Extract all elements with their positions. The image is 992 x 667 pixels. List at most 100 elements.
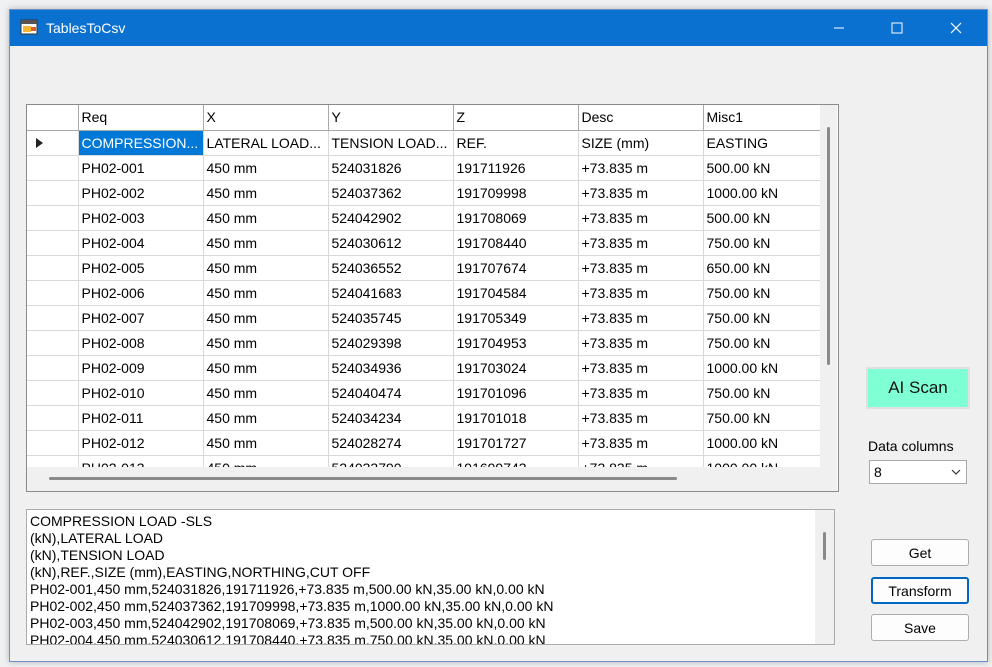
row-header[interactable]: [27, 255, 79, 281]
close-button[interactable]: [927, 10, 985, 46]
grid-cell[interactable]: +73.835 m: [578, 430, 704, 456]
grid-cell[interactable]: +73.835 m: [578, 355, 704, 381]
grid-cell[interactable]: 191705349: [453, 305, 579, 331]
grid-cell[interactable]: 450 mm: [203, 355, 329, 381]
table-row[interactable]: PH02-011 450 mm 524034234 191701018 +73.835 …: [27, 405, 829, 431]
grid-cell[interactable]: +73.835 m: [578, 230, 704, 256]
row-header[interactable]: [27, 405, 79, 431]
csv-output-textbox[interactable]: COMPRESSION LOAD -SLS (kN),LATERAL LOAD (k…: [26, 509, 835, 645]
grid-cell[interactable]: 524031826: [328, 155, 454, 181]
row-header[interactable]: [27, 280, 79, 306]
get-button[interactable]: Get: [871, 539, 969, 566]
grid-cell[interactable]: PH02-007: [78, 305, 204, 331]
grid-cell[interactable]: EASTING: [703, 130, 829, 156]
grid-cell[interactable]: REF.: [453, 130, 579, 156]
grid-cell[interactable]: 750.00 kN: [703, 280, 829, 306]
grid-cell[interactable]: TENSION LOAD...: [328, 130, 454, 156]
row-header[interactable]: [27, 155, 79, 181]
grid-cell[interactable]: +73.835 m: [578, 155, 704, 181]
grid-cell[interactable]: 1000.00 kN: [703, 355, 829, 381]
grid-cell[interactable]: 191708069: [453, 205, 579, 231]
grid-cell[interactable]: PH02-002: [78, 180, 204, 206]
grid-cell[interactable]: 524030612: [328, 230, 454, 256]
grid-cell[interactable]: 191701727: [453, 430, 579, 456]
grid-cell[interactable]: 500.00 kN: [703, 205, 829, 231]
ai-scan-button[interactable]: AI Scan: [866, 367, 970, 409]
grid-cell[interactable]: +73.835 m: [578, 405, 704, 431]
grid-cell[interactable]: 524042902: [328, 205, 454, 231]
grid-cell[interactable]: 524035745: [328, 305, 454, 331]
title-bar[interactable]: TablesToCsv: [10, 10, 987, 46]
grid-cell[interactable]: PH02-001: [78, 155, 204, 181]
table-row[interactable]: PH02-004 450 mm 524030612 191708440 +73.835 …: [27, 230, 829, 256]
grid-cell[interactable]: 191701018: [453, 405, 579, 431]
row-header[interactable]: [27, 130, 79, 156]
column-header[interactable]: Y: [328, 105, 454, 131]
grid-cell[interactable]: COMPRESSION...: [78, 130, 204, 156]
minimize-button[interactable]: [810, 10, 868, 46]
grid-cell[interactable]: PH02-006: [78, 280, 204, 306]
grid-cell[interactable]: 450 mm: [203, 380, 329, 406]
table-row[interactable]: PH02-009 450 mm 524034936 191703024 +73.835 …: [27, 355, 829, 381]
grid-cell[interactable]: 750.00 kN: [703, 380, 829, 406]
grid-cell[interactable]: 191704953: [453, 330, 579, 356]
table-row[interactable]: PH02-007 450 mm 524035745 191705349 +73.835 …: [27, 305, 829, 331]
grid-cell[interactable]: 650.00 kN: [703, 255, 829, 281]
grid-cell[interactable]: +73.835 m: [578, 205, 704, 231]
table-row[interactable]: PH02-008 450 mm 524029398 191704953 +73.835 …: [27, 330, 829, 356]
grid-cell[interactable]: 524036552: [328, 255, 454, 281]
grid-cell[interactable]: SIZE (mm): [578, 130, 704, 156]
grid-cell[interactable]: +73.835 m: [578, 255, 704, 281]
grid-cell[interactable]: LATERAL LOAD...: [203, 130, 329, 156]
column-header[interactable]: Desc: [578, 105, 704, 131]
grid-cell[interactable]: 450 mm: [203, 330, 329, 356]
maximize-button[interactable]: [868, 10, 926, 46]
grid-vertical-scroll-thumb[interactable]: [827, 127, 830, 365]
grid-cell[interactable]: PH02-010: [78, 380, 204, 406]
grid-cell[interactable]: 191704584: [453, 280, 579, 306]
output-vertical-scrollbar[interactable]: [815, 510, 834, 644]
grid-cell[interactable]: 524029398: [328, 330, 454, 356]
grid-cell[interactable]: 191711926: [453, 155, 579, 181]
column-header[interactable]: Req: [78, 105, 204, 131]
transform-button[interactable]: Transform: [871, 577, 969, 604]
grid-cell[interactable]: 750.00 kN: [703, 405, 829, 431]
table-row[interactable]: PH02-001 450 mm 524031826 191711926 +73.835 …: [27, 155, 829, 181]
grid-cell[interactable]: 450 mm: [203, 255, 329, 281]
grid-cell[interactable]: PH02-012: [78, 430, 204, 456]
grid-cell[interactable]: PH02-011: [78, 405, 204, 431]
grid-cell[interactable]: PH02-009: [78, 355, 204, 381]
column-header[interactable]: X: [203, 105, 329, 131]
row-header[interactable]: [27, 330, 79, 356]
grid-cell[interactable]: 750.00 kN: [703, 305, 829, 331]
row-header[interactable]: [27, 430, 79, 456]
grid-cell[interactable]: +73.835 m: [578, 180, 704, 206]
grid-cell[interactable]: 191708440: [453, 230, 579, 256]
grid-cell[interactable]: +73.835 m: [578, 330, 704, 356]
grid-cell[interactable]: 524040474: [328, 380, 454, 406]
grid-corner-cell[interactable]: [27, 105, 79, 131]
grid-cell[interactable]: 450 mm: [203, 280, 329, 306]
grid-cell[interactable]: PH02-005: [78, 255, 204, 281]
grid-cell[interactable]: 450 mm: [203, 305, 329, 331]
grid-cell[interactable]: 524034936: [328, 355, 454, 381]
grid-cell[interactable]: 524041683: [328, 280, 454, 306]
grid-cell[interactable]: +73.835 m: [578, 280, 704, 306]
grid-cell[interactable]: 1000.00 kN: [703, 430, 829, 456]
column-header[interactable]: Z: [453, 105, 579, 131]
table-row[interactable]: PH02-002 450 mm 524037362 191709998 +73.835 …: [27, 180, 829, 206]
grid-horizontal-scrollbar[interactable]: [27, 467, 820, 491]
grid-cell[interactable]: 450 mm: [203, 180, 329, 206]
grid-cell[interactable]: 191709998: [453, 180, 579, 206]
table-row[interactable]: PH02-012 450 mm 524028274 191701727 +73.835 …: [27, 430, 829, 456]
grid-cell[interactable]: 1000.00 kN: [703, 180, 829, 206]
grid-cell[interactable]: 450 mm: [203, 405, 329, 431]
grid-cell[interactable]: PH02-008: [78, 330, 204, 356]
grid-cell[interactable]: 191707674: [453, 255, 579, 281]
grid-cell[interactable]: 191703024: [453, 355, 579, 381]
grid-cell[interactable]: 524034234: [328, 405, 454, 431]
row-header[interactable]: [27, 205, 79, 231]
grid-cell[interactable]: 450 mm: [203, 230, 329, 256]
grid-cell[interactable]: 750.00 kN: [703, 230, 829, 256]
grid-cell[interactable]: PH02-003: [78, 205, 204, 231]
